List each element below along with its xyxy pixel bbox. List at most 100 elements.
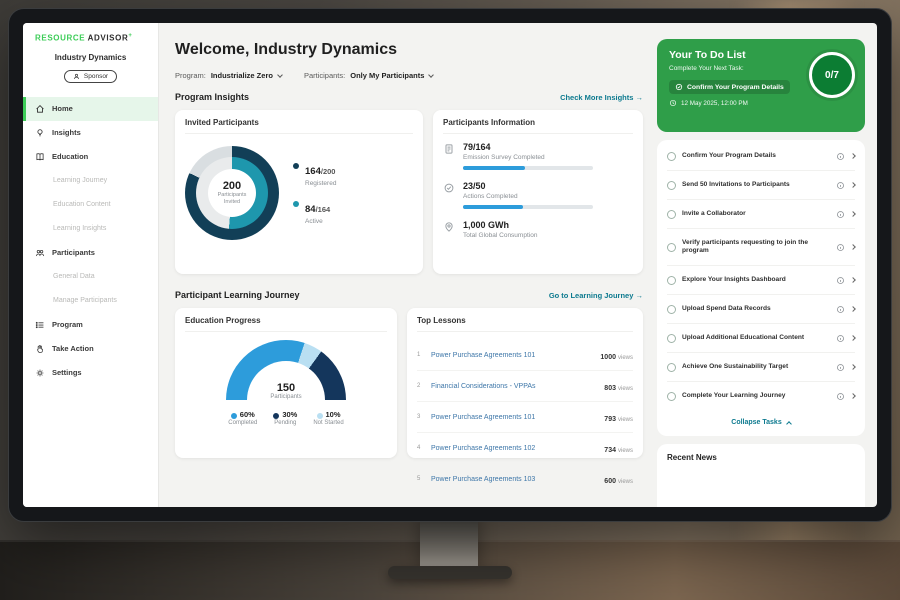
app-logo: RESOURCE ADVISOR+: [23, 33, 158, 43]
todo-item-label: Explore Your Insights Dashboard: [682, 276, 830, 285]
chevron-down-icon: [277, 72, 283, 78]
sidebar-item-learning-journey[interactable]: Learning Journey: [23, 169, 158, 193]
todo-panel: Your To Do List Complete Your Next Task:…: [655, 23, 877, 507]
education-progress-card: Education Progress 150 Participants 60: [175, 308, 397, 458]
lesson-views-unit: views: [618, 448, 633, 454]
program-label: Program:: [175, 71, 206, 80]
todo-item-label: Complete Your Learning Journey: [682, 392, 830, 401]
main-content: Welcome, Industry Dynamics Program: Indu…: [159, 23, 655, 507]
sidebar-item-participants[interactable]: Participants: [23, 241, 158, 265]
sidebar-item-manage-participants[interactable]: Manage Participants: [23, 289, 158, 313]
card-title: Participants Information: [443, 118, 633, 134]
participants-label: Participants:: [304, 71, 345, 80]
lesson-link[interactable]: Power Purchase Agreements 101: [431, 414, 597, 421]
dashboard-screen: RESOURCE ADVISOR+ Industry Dynamics Spon…: [23, 23, 877, 507]
education-gauge-chart: 150 Participants: [226, 340, 346, 400]
todo-item-7[interactable]: Achieve One Sustainability Target: [667, 353, 855, 382]
collapse-tasks-label: Collapse Tasks: [731, 419, 781, 426]
todo-list-card: Confirm Your Program Details Send 50 Inv…: [657, 140, 865, 436]
sponsor-badge[interactable]: Sponsor: [64, 70, 117, 83]
program-insights-header: Program Insights Check More Insights →: [175, 92, 643, 102]
sponsor-badge-label: Sponsor: [84, 73, 108, 80]
todo-item-label: Send 50 Invitations to Participants: [682, 181, 830, 190]
sidebar-item-settings[interactable]: Settings: [23, 361, 158, 385]
sidebar-item-education[interactable]: Education: [23, 145, 158, 169]
section-title: Program Insights: [175, 92, 249, 102]
check-circle-icon: [443, 182, 455, 194]
todo-item-4[interactable]: Explore Your Insights Dashboard: [667, 266, 855, 295]
chevron-up-icon: [786, 421, 792, 427]
learning-cards-row: Education Progress 150 Participants 60: [175, 308, 643, 458]
legend-value: 84: [305, 204, 316, 215]
sidebar-item-label: Settings: [52, 368, 82, 377]
lesson-views-unit: views: [618, 386, 633, 392]
insights-cards-row: Invited Participants 200 Participants In…: [175, 110, 643, 274]
pin-icon: [443, 221, 455, 233]
info-icon: [836, 363, 845, 372]
sidebar-item-home[interactable]: Home: [23, 97, 158, 121]
learning-journey-header: Participant Learning Journey Go to Learn…: [175, 290, 643, 300]
todo-item-0[interactable]: Confirm Your Program Details: [667, 142, 855, 171]
sidebar-item-general-data[interactable]: General Data: [23, 265, 158, 289]
participants-dropdown[interactable]: Participants: Only My Participants: [304, 71, 433, 80]
todo-checkbox[interactable]: [667, 243, 676, 252]
lesson-row: 5 Power Purchase Agreements 103 600views: [417, 464, 633, 494]
sidebar-item-education-content[interactable]: Education Content: [23, 193, 158, 217]
legend-registered: 164/200 Registered: [293, 161, 336, 187]
next-task-pill[interactable]: Confirm Your Program Details: [669, 80, 790, 94]
check-more-insights-link[interactable]: Check More Insights →: [560, 93, 643, 102]
todo-item-3[interactable]: Verify participants requesting to join t…: [667, 229, 855, 266]
sidebar-item-program[interactable]: Program: [23, 313, 158, 337]
page-title: Welcome, Industry Dynamics: [175, 41, 643, 59]
gauge-center-label: Participants: [226, 394, 346, 400]
sidebar-item-label: Program: [52, 320, 83, 329]
lesson-rank: 5: [417, 476, 424, 482]
todo-checkbox[interactable]: [667, 276, 676, 285]
lesson-link[interactable]: Power Purchase Agreements 103: [431, 476, 597, 483]
todo-item-6[interactable]: Upload Additional Educational Content: [667, 324, 855, 353]
chevron-right-icon: [850, 244, 856, 250]
sidebar-item-insights[interactable]: Insights: [23, 121, 158, 145]
info-icon: [836, 334, 845, 343]
legend-pct: 30%: [282, 410, 297, 419]
lightbulb-icon: [35, 128, 45, 138]
lesson-link[interactable]: Financial Considerations - VPPAs: [431, 383, 597, 390]
person-icon: [73, 73, 80, 80]
lesson-row: 4 Power Purchase Agreements 102 734views: [417, 433, 633, 464]
sidebar-item-take-action[interactable]: Take Action: [23, 337, 158, 361]
legend-pending: 30% Pending: [273, 410, 297, 426]
stat-value: 1,000 GWh: [463, 220, 537, 230]
todo-checkbox[interactable]: [667, 363, 676, 372]
donut-center: 200 Participants Invited: [208, 169, 256, 217]
info-icon: [836, 276, 845, 285]
stat-global-consumption: 1,000 GWh Total Global Consumption: [443, 220, 633, 244]
lesson-link[interactable]: Power Purchase Agreements 101: [431, 352, 593, 359]
todo-checkbox[interactable]: [667, 152, 676, 161]
list-icon: [35, 320, 45, 330]
legend-suffix: /200: [321, 167, 336, 176]
todo-checkbox[interactable]: [667, 334, 676, 343]
participants-value: Only My Participants: [350, 71, 424, 80]
todo-item-5[interactable]: Upload Spend Data Records: [667, 295, 855, 324]
invited-participants-card: Invited Participants 200 Participants In…: [175, 110, 423, 274]
program-dropdown[interactable]: Program: Industrialize Zero: [175, 71, 282, 80]
recent-news-title: Recent News: [667, 453, 855, 462]
todo-checkbox[interactable]: [667, 210, 676, 219]
info-icon: [836, 210, 845, 219]
collapse-tasks-link[interactable]: Collapse Tasks: [667, 410, 855, 436]
todo-checkbox[interactable]: [667, 392, 676, 401]
participants-information-card: Participants Information 79/164 Emission…: [433, 110, 643, 274]
lesson-link[interactable]: Power Purchase Agreements 102: [431, 445, 597, 452]
todo-checkbox[interactable]: [667, 305, 676, 314]
todo-item-2[interactable]: Invite a Collaborator: [667, 200, 855, 229]
lesson-rank: 4: [417, 445, 424, 451]
donut-legend: 164/200 Registered 84/164 Active: [293, 161, 336, 225]
lesson-views-unit: views: [618, 355, 633, 361]
stat-value: 23/50: [463, 181, 593, 191]
go-to-learning-journey-link[interactable]: Go to Learning Journey →: [549, 291, 643, 300]
todo-item-8[interactable]: Complete Your Learning Journey: [667, 382, 855, 410]
todo-checkbox[interactable]: [667, 181, 676, 190]
sidebar-item-learning-insights[interactable]: Learning Insights: [23, 217, 158, 241]
stat-label: Total Global Consumption: [463, 232, 537, 239]
todo-item-1[interactable]: Send 50 Invitations to Participants: [667, 171, 855, 200]
